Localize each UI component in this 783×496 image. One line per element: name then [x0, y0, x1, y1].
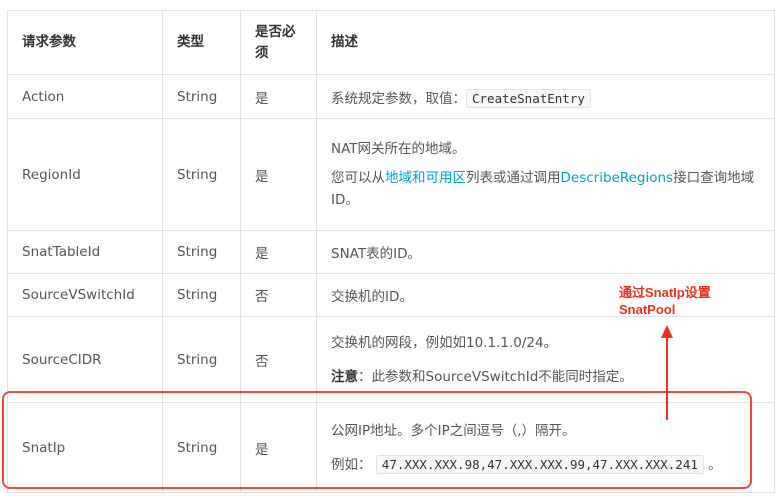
header-required: 是否必须: [240, 10, 317, 75]
param-description: NAT网关所在的地域。 您可以从地域和可用区列表或通过调用DescribeReg…: [316, 118, 775, 231]
note-label: 注意: [331, 368, 358, 385]
param-required: 是: [240, 402, 317, 493]
param-required: 是: [240, 118, 317, 231]
param-name: SourceVSwitchId: [7, 273, 163, 317]
param-type: String: [162, 230, 241, 274]
description-text: 系统规定参数，取值：: [331, 90, 466, 107]
arrow-up-icon: [661, 325, 673, 420]
param-required: 否: [240, 316, 317, 403]
param-description: 公网IP地址。多个IP之间逗号（,）隔开。 例如： 47.XXX.XXX.98,…: [316, 402, 775, 493]
annotation-line: SnatPool: [619, 302, 676, 317]
describe-regions-link[interactable]: DescribeRegions: [561, 170, 674, 186]
param-name: SnatIp: [7, 402, 163, 493]
code-value: CreateSnatEntry: [466, 88, 591, 108]
table-row: RegionId String 是 NAT网关所在的地域。 您可以从地域和可用区…: [7, 118, 775, 231]
param-type: String: [162, 74, 241, 119]
param-description: 交换机的网段，例如如10.1.1.0/24。 注意：此参数和SourceVSwi…: [316, 316, 775, 403]
param-description: SNAT表的ID。: [316, 230, 775, 274]
note-text: 注意：此参数和SourceVSwitchId不能同时指定。: [331, 368, 633, 385]
param-required: 是: [240, 230, 317, 274]
description-text: 您可以从地域和可用区列表或通过调用DescribeRegions接口查询地域ID…: [331, 170, 755, 208]
param-type: String: [162, 273, 241, 317]
annotation-label: 通过SnatIp设置 SnatPool: [619, 284, 711, 318]
table-header-row: 请求参数 类型 是否必须 描述: [7, 10, 775, 75]
table-row: Action String 是 系统规定参数，取值： CreateSnatEntr…: [7, 74, 775, 119]
param-required: 否: [240, 273, 317, 317]
description-text: NAT网关所在的地域。: [331, 141, 466, 157]
header-type: 类型: [162, 10, 241, 75]
code-value: 47.XXX.XXX.98,47.XXX.XXX.99,47.XXX.XXX.2…: [375, 454, 704, 474]
description-text: 公网IP地址。多个IP之间逗号（,）隔开。: [331, 422, 576, 439]
param-name: SourceCIDR: [7, 316, 163, 403]
table-row: SnatTableId String 是 SNAT表的ID。: [7, 230, 775, 274]
param-type: String: [162, 316, 241, 403]
param-type: String: [162, 118, 241, 231]
param-name: Action: [7, 74, 163, 119]
example-text: 例如： 47.XXX.XXX.98,47.XXX.XXX.99,47.XXX.X…: [331, 454, 722, 474]
regions-zones-link[interactable]: 地域和可用区: [385, 170, 466, 186]
header-description: 描述: [316, 10, 775, 75]
description-text: 交换机的网段，例如如10.1.1.0/24。: [331, 334, 558, 351]
param-description: 系统规定参数，取值： CreateSnatEntry: [316, 74, 775, 119]
param-name: RegionId: [7, 118, 163, 231]
param-required: 是: [240, 74, 317, 119]
annotation-line: 通过SnatIp设置: [619, 285, 711, 300]
param-type: String: [162, 402, 241, 493]
param-name: SnatTableId: [7, 230, 163, 274]
header-param-name: 请求参数: [7, 10, 163, 75]
